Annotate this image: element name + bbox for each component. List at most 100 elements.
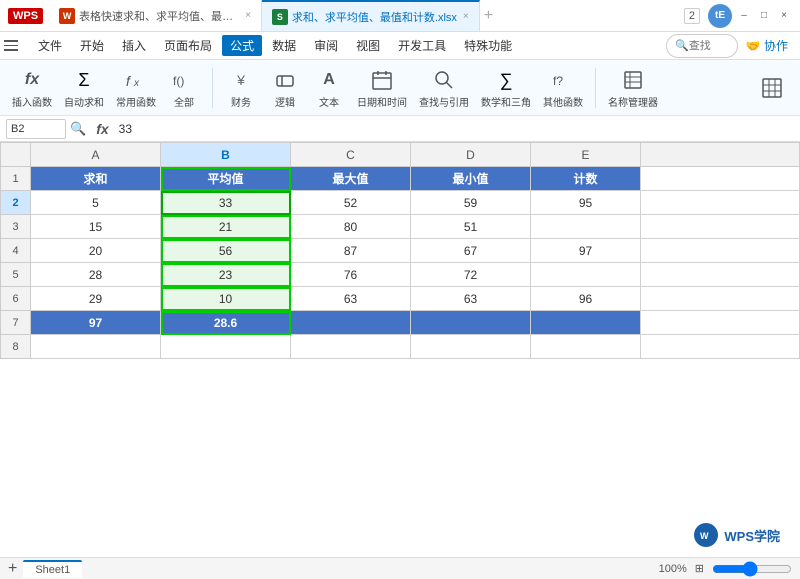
view-normal[interactable]: ⊞ — [695, 562, 704, 575]
cell-C6[interactable]: 63 — [291, 287, 411, 311]
cell-F3[interactable] — [641, 215, 800, 239]
cell-C1[interactable]: 最大值 — [291, 167, 411, 191]
menu-special[interactable]: 特殊功能 — [456, 35, 520, 56]
cell-C7[interactable] — [291, 311, 411, 335]
search-input[interactable] — [689, 40, 729, 52]
cell-D5[interactable]: 72 — [411, 263, 531, 287]
cell-D2[interactable]: 59 — [411, 191, 531, 215]
menu-page-layout[interactable]: 页面布局 — [156, 35, 220, 56]
col-header-rest[interactable] — [641, 143, 800, 167]
cell-E8[interactable] — [531, 335, 641, 359]
col-header-D[interactable]: D — [411, 143, 531, 167]
menu-file[interactable]: 文件 — [30, 35, 70, 56]
cell-D3[interactable]: 51 — [411, 215, 531, 239]
add-tab-button[interactable]: + — [484, 7, 493, 25]
toolbar-other-fn[interactable]: f? 其他函数 — [539, 64, 587, 111]
menu-formula[interactable]: 公式 — [222, 35, 262, 56]
avatar: tE — [708, 4, 732, 28]
cell-F2[interactable] — [641, 191, 800, 215]
menu-developer[interactable]: 开发工具 — [390, 35, 454, 56]
datetime-icon — [368, 66, 396, 94]
add-sheet-button[interactable]: + — [8, 560, 17, 578]
cell-A4[interactable]: 20 — [31, 239, 161, 263]
tab-xlsx[interactable]: S 求和、求平均值、最值和计数.xlsx × — [262, 0, 480, 31]
sheet-tab-1[interactable]: Sheet1 — [23, 560, 82, 578]
col-header-B[interactable]: B — [161, 143, 291, 167]
tab-xlsx-close[interactable]: × — [463, 11, 469, 22]
toolbar-table-btn[interactable] — [752, 72, 792, 104]
cell-E2[interactable]: 95 — [531, 191, 641, 215]
svg-text:W: W — [700, 531, 709, 541]
toolbar-text[interactable]: A 文本 — [309, 64, 349, 111]
toolbar-lookup[interactable]: 查找与引用 — [415, 64, 473, 111]
cell-C5[interactable]: 76 — [291, 263, 411, 287]
cell-D4[interactable]: 67 — [411, 239, 531, 263]
search-box[interactable]: 🔍 — [666, 34, 738, 58]
close-button[interactable]: × — [776, 8, 792, 24]
formula-input[interactable] — [119, 119, 794, 139]
menu-collab[interactable]: 🤝 协作 — [738, 35, 796, 56]
maximize-button[interactable]: □ — [756, 8, 772, 24]
cell-E5[interactable] — [531, 263, 641, 287]
cell-C4[interactable]: 87 — [291, 239, 411, 263]
cell-B8[interactable] — [161, 335, 291, 359]
cell-B4[interactable]: 56 — [161, 239, 291, 263]
cell-A8[interactable] — [31, 335, 161, 359]
cell-F8[interactable] — [641, 335, 800, 359]
menu-review[interactable]: 审阅 — [306, 35, 346, 56]
cell-B3[interactable]: 21 — [161, 215, 291, 239]
col-header-C[interactable]: C — [291, 143, 411, 167]
toolbar-common-fn[interactable]: fx 常用函数 — [112, 64, 160, 111]
cell-B1[interactable]: 平均值 — [161, 167, 291, 191]
cell-A6[interactable]: 29 — [31, 287, 161, 311]
zoom-slider[interactable] — [712, 561, 792, 577]
minimize-button[interactable]: – — [736, 8, 752, 24]
cell-B6[interactable]: 10 — [161, 287, 291, 311]
cell-C8[interactable] — [291, 335, 411, 359]
tab-wps-doc[interactable]: W 表格快速求和、求平均值、最值和计数 ... × — [49, 0, 262, 31]
cell-E6[interactable]: 96 — [531, 287, 641, 311]
cell-F4[interactable] — [641, 239, 800, 263]
toolbar-auto-sum[interactable]: Σ 自动求和 — [60, 64, 108, 111]
cell-D1[interactable]: 最小值 — [411, 167, 531, 191]
cell-C3[interactable]: 80 — [291, 215, 411, 239]
cell-D7[interactable] — [411, 311, 531, 335]
row-num-8: 8 — [1, 335, 31, 359]
cell-E7[interactable] — [531, 311, 641, 335]
toolbar-name-mgr[interactable]: 名称管理器 — [604, 64, 662, 111]
cell-E1[interactable]: 计数 — [531, 167, 641, 191]
cell-A7[interactable]: 97 — [31, 311, 161, 335]
menu-view[interactable]: 视图 — [348, 35, 388, 56]
cell-A3[interactable]: 15 — [31, 215, 161, 239]
cell-F1[interactable] — [641, 167, 800, 191]
menu-insert[interactable]: 插入 — [114, 35, 154, 56]
toolbar-math[interactable]: ∑ 数学和三角 — [477, 64, 535, 111]
toolbar-insert-fn[interactable]: fx 插入函数 — [8, 64, 56, 111]
cell-A2[interactable]: 5 — [31, 191, 161, 215]
cell-C2[interactable]: 52 — [291, 191, 411, 215]
cell-E4[interactable]: 97 — [531, 239, 641, 263]
tab-wps-close[interactable]: × — [245, 10, 251, 21]
toolbar-all-fn[interactable]: f() 全部 — [164, 64, 204, 111]
cell-E3[interactable] — [531, 215, 641, 239]
menu-data[interactable]: 数据 — [264, 35, 304, 56]
cell-D8[interactable] — [411, 335, 531, 359]
cell-F7[interactable] — [641, 311, 800, 335]
table-row: 4 20 56 87 67 97 — [1, 239, 800, 263]
cell-B5[interactable]: 23 — [161, 263, 291, 287]
col-header-A[interactable]: A — [31, 143, 161, 167]
cell-D6[interactable]: 63 — [411, 287, 531, 311]
cell-F6[interactable] — [641, 287, 800, 311]
cell-F5[interactable] — [641, 263, 800, 287]
toolbar-logic[interactable]: 逻辑 — [265, 64, 305, 111]
cell-B2[interactable]: 33 — [161, 191, 291, 215]
cell-B7[interactable]: 28.6 — [161, 311, 291, 335]
cell-reference[interactable]: B2 — [6, 119, 66, 139]
cell-A5[interactable]: 28 — [31, 263, 161, 287]
menu-home[interactable]: 开始 — [72, 35, 112, 56]
toolbar-datetime[interactable]: 日期和时间 — [353, 64, 411, 111]
hamburger-menu[interactable] — [4, 36, 24, 56]
cell-A1[interactable]: 求和 — [31, 167, 161, 191]
toolbar-finance[interactable]: ¥ 财务 — [221, 64, 261, 111]
col-header-E[interactable]: E — [531, 143, 641, 167]
